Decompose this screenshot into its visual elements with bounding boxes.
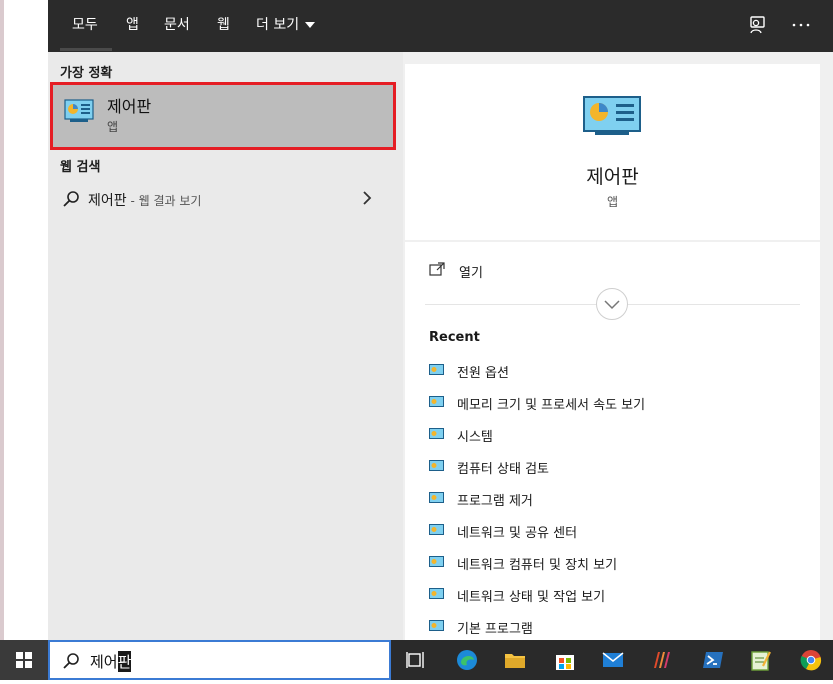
control-panel-icon	[429, 396, 444, 407]
search-icon	[63, 653, 79, 669]
best-match-subtitle: 앱	[107, 120, 119, 134]
search-typed-text: 제어	[90, 653, 118, 671]
open-label: 열기	[459, 266, 483, 281]
recent-item-label: 시스템	[457, 430, 493, 445]
control-panel-large-icon	[583, 96, 641, 135]
active-tab-indicator	[60, 48, 112, 51]
results-list: 가장 정확 제어판 앱 웹 검색 제어판 - 웹 결과 보기	[48, 52, 403, 640]
recent-item-label: 네트워크 및 공유 센터	[457, 526, 578, 541]
taskbar: 제어판	[0, 640, 833, 680]
web-result-query: 제어판	[88, 193, 127, 209]
app-icon[interactable]	[651, 648, 675, 672]
more-options-icon[interactable]	[790, 14, 812, 36]
recent-item[interactable]: 네트워크 컴퓨터 및 장치 보기	[405, 550, 820, 578]
recent-item[interactable]: 컴퓨터 상태 검토	[405, 454, 820, 482]
file-explorer-icon[interactable]	[503, 648, 527, 672]
control-panel-icon	[64, 99, 94, 122]
web-search-heading: 웹 검색	[60, 160, 101, 175]
detail-title: 제어판	[586, 166, 639, 188]
tab-more[interactable]: 더 보기	[256, 0, 316, 52]
web-search-result[interactable]: 제어판 - 웹 결과 보기	[48, 182, 403, 216]
recent-item[interactable]: 전원 옵션	[405, 358, 820, 386]
control-panel-icon	[429, 460, 444, 471]
recent-item-label: 프로그램 제거	[457, 494, 533, 509]
store-icon[interactable]	[553, 648, 577, 672]
chevron-down-icon	[305, 22, 316, 28]
recent-heading: Recent	[429, 330, 480, 345]
detail-subtitle: 앱	[606, 195, 619, 209]
tab-more-label: 더 보기	[256, 17, 300, 33]
control-panel-icon	[429, 492, 444, 503]
tab-all[interactable]: 모두	[72, 0, 98, 52]
recent-item[interactable]: 네트워크 상태 및 작업 보기	[405, 582, 820, 610]
recent-item-label: 전원 옵션	[457, 366, 509, 381]
control-panel-icon	[429, 428, 444, 439]
mail-icon[interactable]	[601, 648, 625, 672]
start-button[interactable]	[0, 640, 48, 680]
recent-item-label: 네트워크 상태 및 작업 보기	[457, 590, 606, 605]
detail-header: 제어판 앱	[405, 64, 820, 240]
recent-item-label: 컴퓨터 상태 검토	[457, 462, 549, 477]
control-panel-icon	[429, 556, 444, 567]
recent-item[interactable]: 메모리 크기 및 프로세서 속도 보기	[405, 390, 820, 418]
search-tabs-bar: 모두 앱 문서 웹 더 보기	[48, 0, 833, 52]
chevron-down-icon	[604, 300, 620, 310]
best-match-result[interactable]: 제어판 앱	[50, 82, 396, 150]
background-window	[0, 0, 49, 640]
windows-logo-icon	[16, 652, 32, 668]
recent-item[interactable]: 기본 프로그램	[405, 614, 820, 642]
chrome-icon[interactable]	[799, 648, 823, 672]
web-result-text: 제어판 - 웹 결과 보기	[88, 190, 201, 210]
recent-item[interactable]: 네트워크 및 공유 센터	[405, 518, 820, 546]
control-panel-icon	[429, 620, 444, 631]
search-selected-text: 판	[117, 651, 132, 672]
chevron-right-icon	[363, 191, 372, 205]
notepad-icon[interactable]	[749, 648, 773, 672]
powershell-icon[interactable]	[701, 648, 725, 672]
tab-documents[interactable]: 문서	[164, 0, 190, 52]
recent-item-label: 메모리 크기 및 프로세서 속도 보기	[457, 398, 646, 413]
edge-icon[interactable]	[455, 648, 479, 672]
search-query: 제어판	[90, 651, 132, 672]
tab-apps[interactable]: 앱	[126, 0, 139, 52]
web-result-suffix: - 웹 결과 보기	[126, 194, 202, 208]
recent-item[interactable]: 프로그램 제거	[405, 486, 820, 514]
task-view-icon[interactable]	[405, 648, 429, 672]
detail-actions: 열기 Recent 전원 옵션 메모리 크기 및 프로세서 속도 보기 시스템 …	[405, 242, 820, 640]
search-icon	[63, 191, 79, 207]
open-icon	[429, 262, 445, 276]
expand-button[interactable]	[596, 288, 628, 320]
tab-web[interactable]: 웹	[217, 0, 230, 52]
taskbar-search-box[interactable]: 제어판	[48, 640, 391, 680]
feedback-icon[interactable]	[747, 14, 769, 36]
open-action[interactable]: 열기	[405, 252, 820, 288]
best-match-title: 제어판	[107, 97, 152, 116]
recent-item-label: 네트워크 컴퓨터 및 장치 보기	[457, 558, 618, 573]
best-match-heading: 가장 정확	[60, 66, 113, 81]
control-panel-icon	[429, 524, 444, 535]
scrollbar[interactable]	[821, 64, 833, 640]
recent-item-label: 기본 프로그램	[457, 622, 533, 637]
recent-item[interactable]: 시스템	[405, 422, 820, 450]
control-panel-icon	[429, 364, 444, 375]
control-panel-icon	[429, 588, 444, 599]
search-panel: 모두 앱 문서 웹 더 보기 가장 정확 제어판 앱 웹 검색 제어판 - 웹 …	[48, 0, 833, 640]
